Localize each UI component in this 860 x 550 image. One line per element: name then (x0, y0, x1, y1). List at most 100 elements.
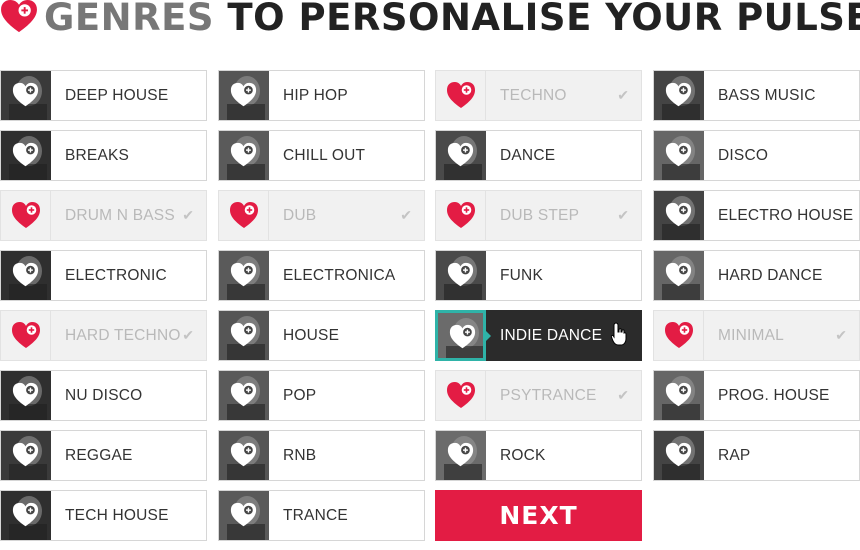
genre-label: PSYTRANCE (500, 387, 597, 404)
genre-photo-thumbnail (219, 251, 269, 300)
page-title: GENRES TO PERSONALISE YOUR PULSE (44, 0, 860, 40)
genre-tile-minimal[interactable]: MINIMAL ✔ (653, 310, 860, 361)
genre-label: DRUM N BASS (65, 207, 175, 224)
selected-heart-icon (1, 191, 51, 240)
genre-tile-funk[interactable]: FUNK (435, 250, 642, 301)
genre-label: DEEP HOUSE (65, 87, 169, 104)
genre-label: DUB (283, 207, 317, 224)
genre-tile-breaks[interactable]: BREAKS (0, 130, 207, 181)
genre-photo-thumbnail (436, 251, 486, 300)
genre-photo-thumbnail (219, 431, 269, 480)
genre-tile-dub-step[interactable]: DUB STEP ✔ (435, 190, 642, 241)
hand-cursor-icon (611, 322, 627, 346)
genre-label: PROG. HOUSE (718, 387, 830, 404)
genre-label: BASS MUSIC (718, 87, 816, 104)
genre-label: BREAKS (65, 147, 130, 164)
genre-photo-thumbnail (654, 191, 704, 240)
genre-tile-chill-out[interactable]: CHILL OUT (218, 130, 425, 181)
genre-tile-electro-house[interactable]: ELECTRO HOUSE (653, 190, 860, 241)
checkmark-icon: ✔ (617, 87, 629, 103)
genre-photo-thumbnail (654, 131, 704, 180)
genre-tile-hip-hop[interactable]: HIP HOP (218, 70, 425, 121)
selected-heart-icon (219, 191, 269, 240)
genre-tile-prog-house[interactable]: PROG. HOUSE (653, 370, 860, 421)
genre-label: ROCK (500, 447, 546, 464)
genre-tile-rock[interactable]: ROCK (435, 430, 642, 481)
genre-tile-psytrance[interactable]: PSYTRANCE ✔ (435, 370, 642, 421)
genre-photo-thumbnail (654, 371, 704, 420)
genre-tile-electronica[interactable]: ELECTRONICA (218, 250, 425, 301)
selected-heart-icon (436, 371, 486, 420)
pulse-heart-logo-icon (1, 0, 37, 33)
genre-photo-thumbnail (654, 431, 704, 480)
selected-heart-icon (1, 311, 51, 360)
genre-tile-rnb[interactable]: RNB (218, 430, 425, 481)
page-title-rest: TO PERSONALISE YOUR PULSE (214, 0, 860, 39)
checkmark-icon: ✔ (617, 207, 629, 223)
genre-label: CHILL OUT (283, 147, 366, 164)
genre-label: NU DISCO (65, 387, 143, 404)
genre-label: HIP HOP (283, 87, 348, 104)
genre-label: MINIMAL (718, 327, 784, 344)
genre-tile-rap[interactable]: RAP (653, 430, 860, 481)
genre-tile-dub[interactable]: DUB ✔ (218, 190, 425, 241)
selected-heart-icon (654, 311, 704, 360)
genre-photo-thumbnail (1, 251, 51, 300)
genre-photo-thumbnail (436, 431, 486, 480)
genre-tile-house[interactable]: HOUSE (218, 310, 425, 361)
genre-label: FUNK (500, 267, 543, 284)
genre-tile-bass-music[interactable]: BASS MUSIC (653, 70, 860, 121)
genre-label: TECHNO (500, 87, 567, 104)
genre-photo-thumbnail (436, 131, 486, 180)
genre-label: ELECTRONIC (65, 267, 167, 284)
page-title-highlight: GENRES (44, 0, 215, 39)
genre-label: HOUSE (283, 327, 340, 344)
genre-label: TRANCE (283, 507, 348, 524)
genre-label: RNB (283, 447, 317, 464)
genre-photo-thumbnail (1, 71, 51, 120)
genre-label: TECH HOUSE (65, 507, 169, 524)
checkmark-icon: ✔ (617, 387, 629, 403)
genre-photo-thumbnail (219, 71, 269, 120)
genre-label: DUB STEP (500, 207, 580, 224)
genre-tile-nu-disco[interactable]: NU DISCO (0, 370, 207, 421)
genre-photo-thumbnail (219, 131, 269, 180)
next-button[interactable]: NEXT (435, 490, 642, 541)
genre-tile-trance[interactable]: TRANCE (218, 490, 425, 541)
genre-photo-thumbnail (435, 310, 486, 361)
genre-tile-electronic[interactable]: ELECTRONIC (0, 250, 207, 301)
genre-label: INDIE DANCE (500, 327, 603, 344)
checkmark-icon: ✔ (835, 327, 847, 343)
selected-heart-icon (436, 191, 486, 240)
checkmark-icon: ✔ (182, 207, 194, 223)
genre-label: RAP (718, 447, 751, 464)
genre-tile-hard-techno[interactable]: HARD TECHNO ✔ (0, 310, 207, 361)
checkmark-icon: ✔ (182, 327, 194, 343)
genre-photo-thumbnail (1, 431, 51, 480)
genre-tile-techno[interactable]: TECHNO ✔ (435, 70, 642, 121)
selected-heart-icon (436, 71, 486, 120)
genre-label: DANCE (500, 147, 556, 164)
genre-tile-deep-house[interactable]: DEEP HOUSE (0, 70, 207, 121)
genre-tile-reggae[interactable]: REGGAE (0, 430, 207, 481)
genre-photo-thumbnail (1, 131, 51, 180)
genre-tile-tech-house[interactable]: TECH HOUSE (0, 490, 207, 541)
genre-photo-thumbnail (1, 371, 51, 420)
genre-tile-drum-n-bass[interactable]: DRUM N BASS ✔ (0, 190, 207, 241)
genre-label: ELECTRONICA (283, 267, 396, 284)
genre-label: DISCO (718, 147, 769, 164)
genre-tile-pop[interactable]: POP (218, 370, 425, 421)
checkmark-icon: ✔ (400, 207, 412, 223)
genre-label: ELECTRO HOUSE (718, 207, 854, 224)
genre-photo-thumbnail (1, 491, 51, 540)
genre-tile-dance[interactable]: DANCE (435, 130, 642, 181)
genre-photo-thumbnail (654, 71, 704, 120)
genre-tile-hard-dance[interactable]: HARD DANCE (653, 250, 860, 301)
genre-label: POP (283, 387, 317, 404)
active-pointer-notch (486, 331, 491, 341)
genre-photo-thumbnail (219, 311, 269, 360)
genre-tile-disco[interactable]: DISCO (653, 130, 860, 181)
genre-label: REGGAE (65, 447, 133, 464)
genre-label: HARD TECHNO (65, 327, 181, 344)
genre-photo-thumbnail (219, 491, 269, 540)
